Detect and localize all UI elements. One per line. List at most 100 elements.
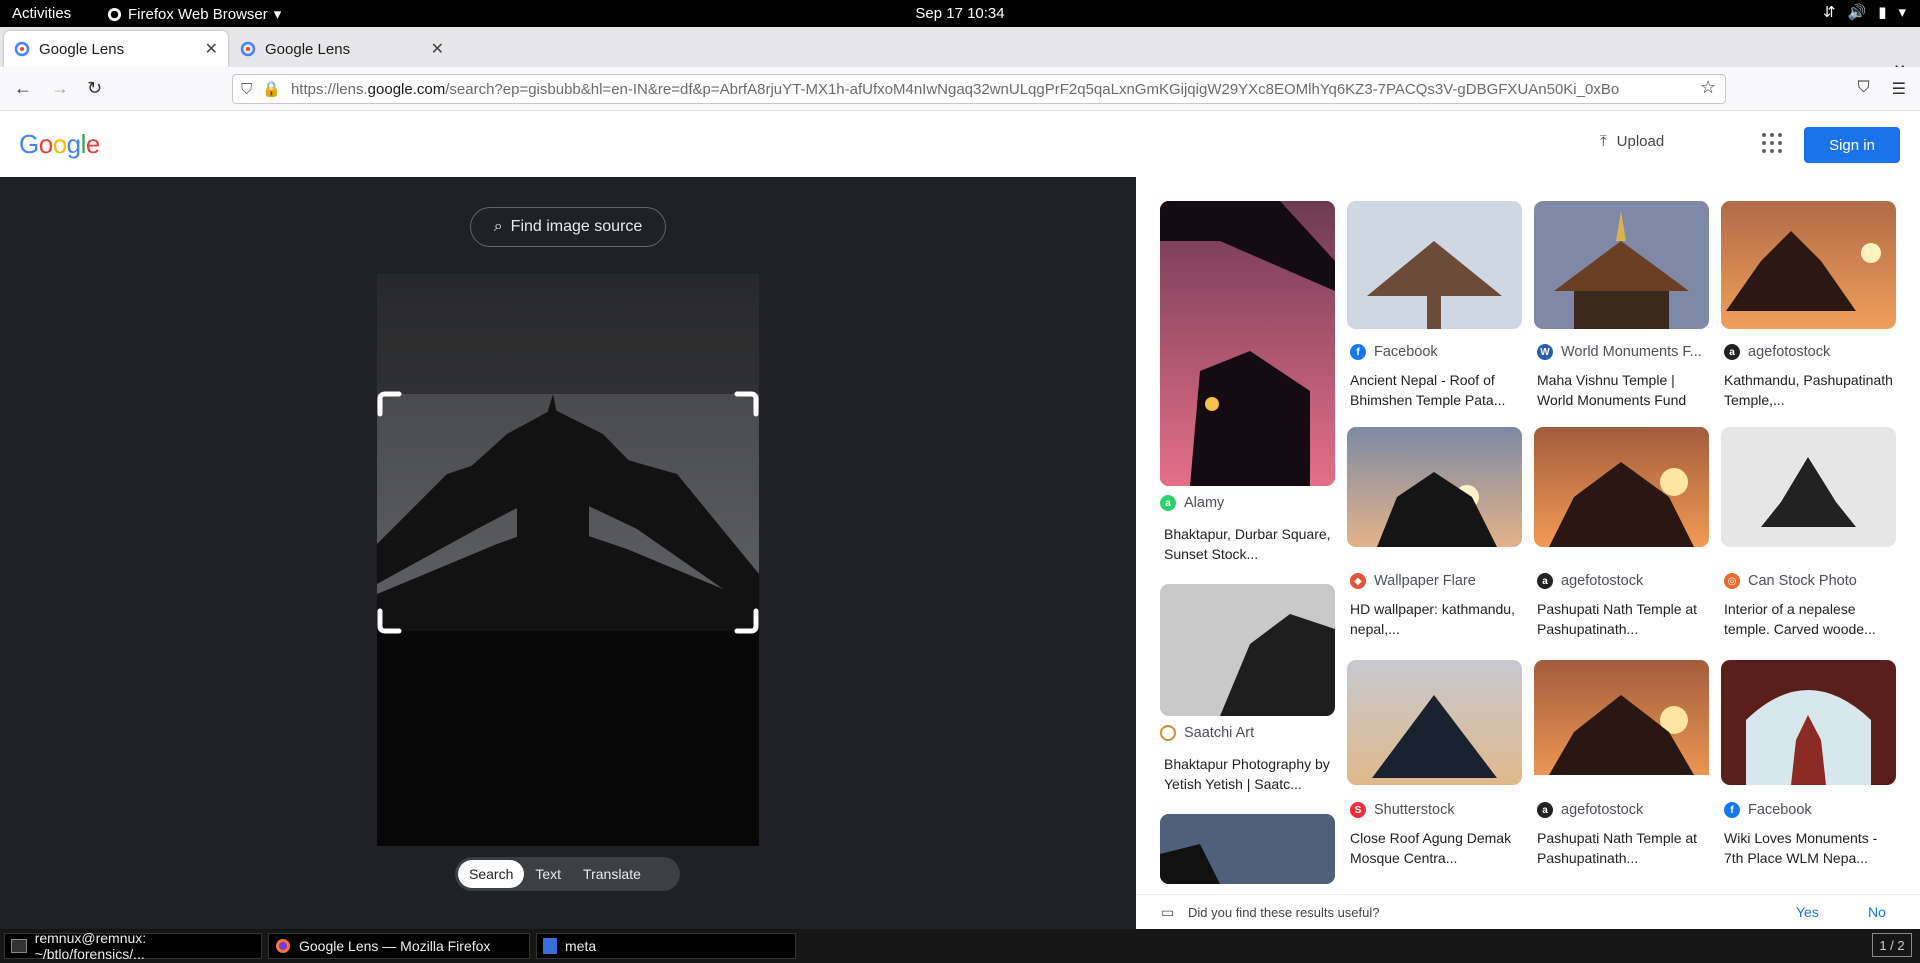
tab-label: Google Lens <box>39 40 125 58</box>
result-thumbnail[interactable] <box>1721 201 1896 329</box>
result-title[interactable]: Close Roof Agung Demak Mosque Centra... <box>1350 828 1526 868</box>
back-arrow-icon[interactable]: ← <box>14 78 32 99</box>
wallpaper-flare-icon: ◆ <box>1350 573 1366 589</box>
navigation-bar: ← → ↻ ⛉ 🔒 https://lens.google.com/search… <box>0 67 1920 111</box>
result-thumbnail[interactable] <box>1347 660 1522 785</box>
feedback-question: Did you find these results useful? <box>1188 905 1380 920</box>
google-lens-favicon-icon <box>240 41 256 57</box>
result-source[interactable]: a agefotostock <box>1724 344 1900 360</box>
result-title[interactable]: Kathmandu, Pashupatinath Temple,... <box>1724 370 1900 410</box>
system-tray[interactable]: ⇵ 🔊 ▮ ▾ <box>1823 3 1906 21</box>
result-thumbnail[interactable] <box>1160 814 1335 884</box>
feedback-icon: ▭ <box>1161 904 1175 920</box>
results-pane: a Alamy Bhaktapur, Durbar Square, Sunset … <box>1136 177 1920 929</box>
sign-in-button[interactable]: Sign in <box>1804 127 1900 163</box>
can-stock-photo-icon: ◎ <box>1724 573 1740 589</box>
google-header: Google ⤒ Upload Sign in <box>0 111 1920 177</box>
chevron-down-icon: ▾ <box>1898 4 1906 21</box>
image-search-icon: ⌕ <box>493 218 503 235</box>
mode-search[interactable]: Search <box>458 860 525 888</box>
url-bar[interactable]: ⛉ 🔒 https://lens.google.com/search?ep=gi… <box>232 74 1726 104</box>
result-title[interactable]: Bhaktapur Photography by Yetish Yetish |… <box>1164 754 1340 794</box>
agefotostock-icon: a <box>1537 573 1553 589</box>
url-text: https://lens.google.com/search?ep=gisbub… <box>290 80 1620 98</box>
agefotostock-icon: a <box>1537 802 1553 818</box>
result-source[interactable]: a agefotostock <box>1537 802 1713 818</box>
file-icon <box>543 938 557 954</box>
close-tab-icon[interactable]: ✕ <box>205 39 218 59</box>
result-thumbnail[interactable] <box>1160 584 1335 716</box>
lock-icon[interactable]: 🔒 <box>262 80 281 98</box>
forward-arrow-icon[interactable]: → <box>51 78 69 99</box>
saatchi-art-icon <box>1160 725 1176 741</box>
pocket-icon[interactable]: ⛉ <box>1858 79 1870 99</box>
mode-text[interactable]: Text <box>524 860 572 888</box>
result-title[interactable]: Ancient Nepal - Roof of Bhimshen Temple … <box>1350 370 1526 410</box>
result-thumbnail[interactable] <box>1534 660 1709 785</box>
result-thumbnail[interactable] <box>1721 660 1896 785</box>
bookmark-star-icon[interactable]: ☆ <box>1700 77 1716 98</box>
result-thumbnail[interactable] <box>1721 427 1896 547</box>
upload-icon: ⤒ <box>1600 133 1607 150</box>
taskbar-item-terminal[interactable]: remnux@remnux: ~/btlo/forensics/... <box>4 930 262 962</box>
system-top-bar: Activities Firefox Web Browser ▾ Sep 17 … <box>0 0 1920 27</box>
agefotostock-icon: a <box>1724 344 1740 360</box>
reload-icon[interactable]: ↻ <box>87 78 102 99</box>
result-title[interactable]: Pashupati Nath Temple at Pashupatinath..… <box>1537 599 1713 639</box>
taskbar-item-firefox[interactable]: Google Lens — Mozilla Firefox <box>268 933 530 959</box>
terminal-icon <box>11 939 27 953</box>
network-icon: ⇵ <box>1822 4 1836 21</box>
google-lens-favicon-icon <box>14 41 30 57</box>
world-monuments-icon: W <box>1537 344 1553 360</box>
apps-grid-icon[interactable] <box>1762 133 1782 153</box>
result-source[interactable]: ◆ Wallpaper Flare <box>1350 573 1526 589</box>
toolbar-right: ⛉ ☰ <box>1858 79 1906 99</box>
result-thumbnail[interactable] <box>1534 427 1709 547</box>
shutterstock-icon: S <box>1350 802 1366 818</box>
mode-translate[interactable]: Translate <box>572 860 652 888</box>
clock[interactable]: Sep 17 10:34 <box>0 5 1920 22</box>
volume-icon: 🔊 <box>1847 4 1867 21</box>
feedback-no-button[interactable]: No <box>1868 904 1886 920</box>
workspace-pager[interactable]: 1 / 2 <box>1872 933 1912 957</box>
result-source[interactable]: Saatchi Art <box>1160 725 1336 741</box>
result-source[interactable]: S Shutterstock <box>1350 802 1526 818</box>
result-thumbnail[interactable] <box>1347 427 1522 547</box>
query-image[interactable] <box>377 274 759 846</box>
menu-icon[interactable]: ☰ <box>1892 79 1906 99</box>
result-source[interactable]: ◎ Can Stock Photo <box>1724 573 1900 589</box>
result-thumbnail[interactable] <box>1534 201 1709 329</box>
result-title[interactable]: Wiki Loves Monuments - 7th Place WLM Nep… <box>1724 828 1900 868</box>
result-title[interactable]: Maha Vishnu Temple | World Monuments Fun… <box>1537 370 1713 410</box>
temple-silhouette-image <box>377 274 759 846</box>
close-tab-icon[interactable]: ✕ <box>431 39 444 59</box>
result-title[interactable]: Bhaktapur, Durbar Square, Sunset Stock..… <box>1164 524 1340 564</box>
find-image-source-button[interactable]: ⌕ Find image source <box>470 207 666 247</box>
facebook-icon: f <box>1724 802 1740 818</box>
upload-button[interactable]: ⤒ Upload <box>1600 133 1664 150</box>
result-thumbnail[interactable] <box>1347 201 1522 329</box>
feedback-bar: ▭ Did you find these results useful? Yes… <box>1136 894 1920 929</box>
google-logo[interactable]: Google <box>19 129 100 160</box>
facebook-icon: f <box>1350 344 1366 360</box>
tab-google-lens-2[interactable]: Google Lens ✕ <box>230 31 454 67</box>
result-source[interactable]: f Facebook <box>1350 344 1526 360</box>
result-title[interactable]: HD wallpaper: kathmandu, nepal,... <box>1350 599 1526 639</box>
result-source[interactable]: a agefotostock <box>1537 573 1713 589</box>
taskbar-item-meta[interactable]: meta <box>536 933 796 959</box>
tab-bar: Google Lens ✕ Google Lens ✕ + – ▫ ✕ <box>0 27 1920 86</box>
lens-mode-switch: Search Text Translate <box>455 857 680 891</box>
result-title[interactable]: Pashupati Nath Temple at Pashupatinath..… <box>1537 828 1713 868</box>
result-source[interactable]: W World Monuments F... <box>1537 344 1713 360</box>
feedback-yes-button[interactable]: Yes <box>1796 904 1819 920</box>
shield-icon[interactable]: ⛉ <box>241 81 252 98</box>
result-title[interactable]: Interior of a nepalese temple. Carved wo… <box>1724 599 1900 639</box>
result-source[interactable]: f Facebook <box>1724 802 1900 818</box>
result-thumbnail[interactable] <box>1160 201 1335 486</box>
alamy-icon: a <box>1160 495 1176 511</box>
tab-google-lens-1[interactable]: Google Lens ✕ <box>4 31 228 67</box>
result-source[interactable]: a Alamy <box>1160 495 1336 511</box>
tab-label: Google Lens <box>265 40 351 58</box>
battery-icon: ▮ <box>1878 4 1887 21</box>
firefox-icon <box>276 939 290 953</box>
